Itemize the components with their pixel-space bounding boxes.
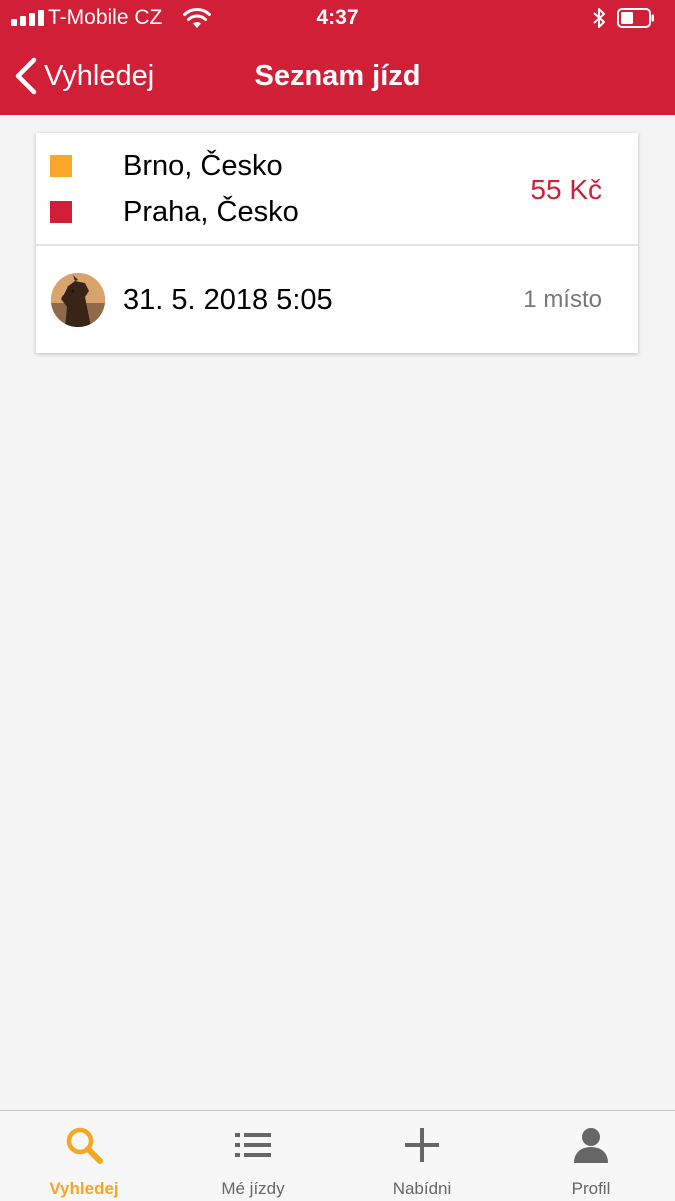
tab-bar: Vyhledej Mé jízdy Nabídni Profil <box>0 1110 675 1201</box>
bluetooth-icon <box>593 8 605 28</box>
clock: 4:37 <box>316 6 359 29</box>
ride-route: Brno, Česko Praha, Česko 55 Kč <box>36 133 638 245</box>
tab-label: Profil <box>571 1179 611 1198</box>
driver-avatar <box>51 273 105 327</box>
search-icon <box>66 1127 103 1164</box>
tab-label: Mé jízdy <box>221 1179 285 1198</box>
tab-nabidni[interactable]: Nabídni <box>338 1111 506 1201</box>
ride-card[interactable]: Brno, Česko Praha, Česko 55 Kč 31. 5. 20… <box>36 133 638 353</box>
ride-price: 55 Kč <box>530 174 602 205</box>
status-bar: T-Mobile CZ 4:37 <box>0 0 675 36</box>
tab-vyhledej[interactable]: Vyhledej <box>0 1111 168 1201</box>
list-icon <box>235 1133 271 1157</box>
tab-label: Nabídni <box>392 1179 452 1198</box>
battery-icon <box>617 8 654 28</box>
tab-me-jizdy[interactable]: Mé jízdy <box>169 1111 337 1201</box>
person-icon <box>574 1128 608 1163</box>
destination-city: Praha, Česko <box>123 196 299 228</box>
nav-bar: Vyhledej Seznam jízd <box>0 36 675 115</box>
origin-marker-icon <box>50 155 72 177</box>
tab-label: Vyhledej <box>49 1179 119 1198</box>
tab-profil[interactable]: Profil <box>507 1111 675 1201</box>
divider <box>36 244 638 246</box>
page-title: Seznam jízd <box>254 60 421 92</box>
ride-seats: 1 místo <box>523 286 602 313</box>
destination-marker-icon <box>50 201 72 223</box>
horse-photo-icon <box>51 273 105 327</box>
header: T-Mobile CZ 4:37 Vyhledej Seznam jízd <box>0 0 675 115</box>
origin-city: Brno, Česko <box>123 150 283 182</box>
ride-datetime: 31. 5. 2018 5:05 <box>123 284 333 316</box>
plus-icon <box>405 1128 439 1162</box>
